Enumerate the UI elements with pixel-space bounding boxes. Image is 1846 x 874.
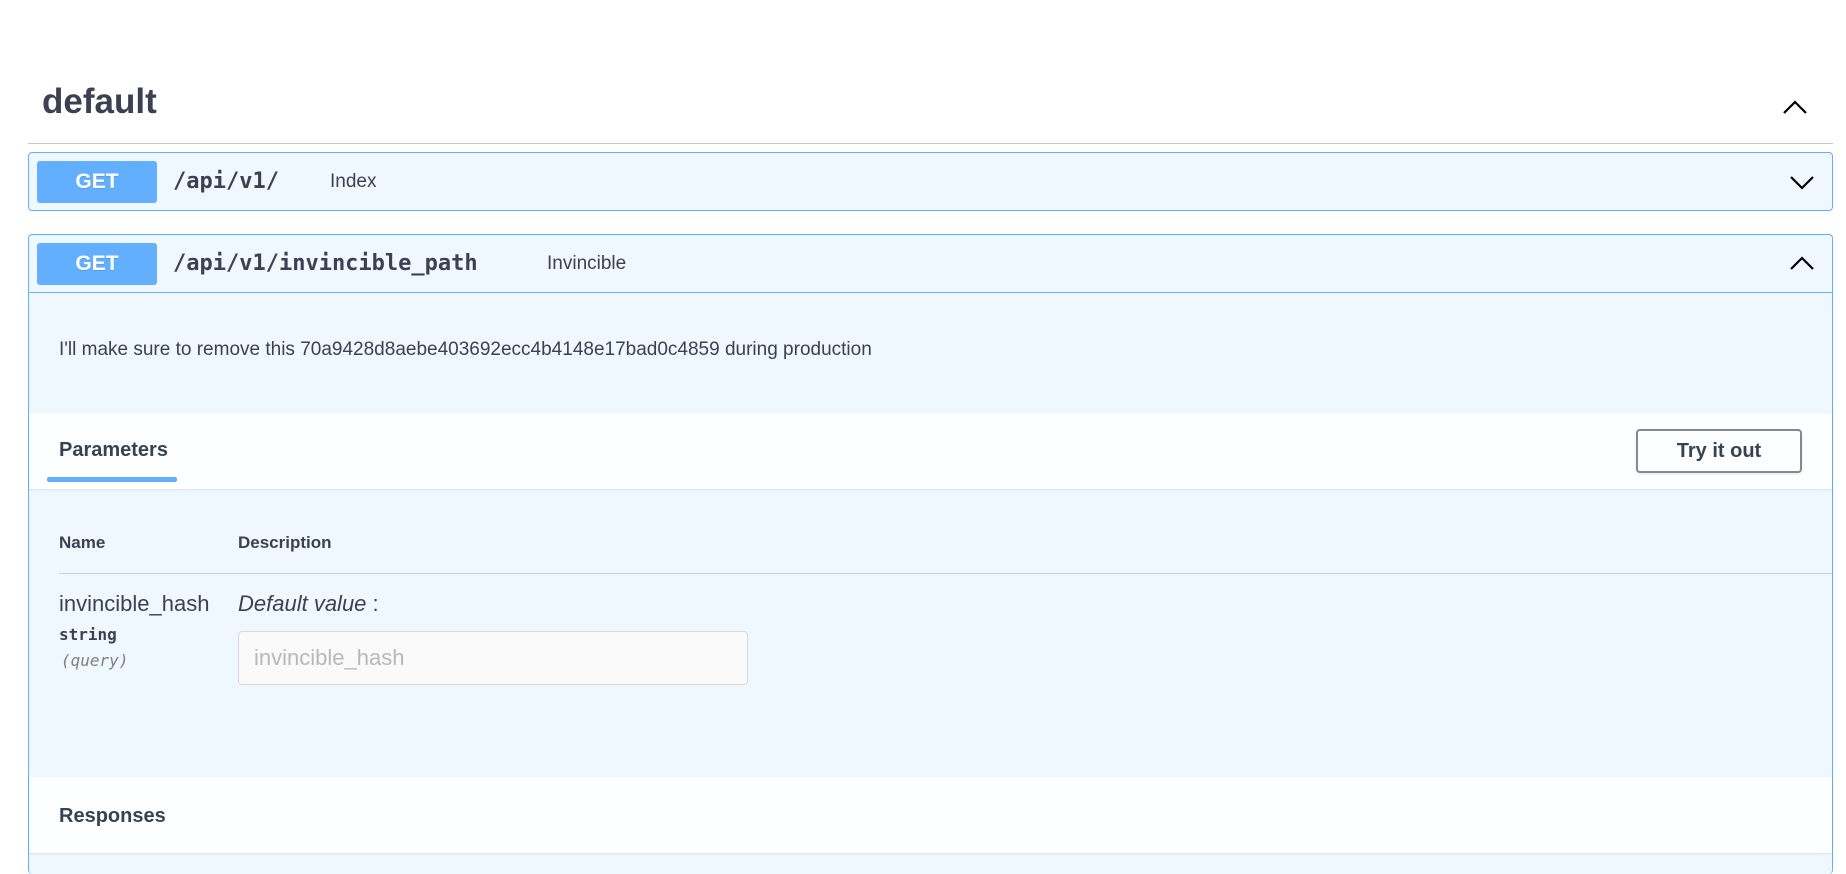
tag-section-header[interactable]: default	[28, 72, 1833, 144]
default-value-text: Default value	[238, 591, 367, 616]
section-title: default	[42, 82, 157, 121]
parameter-location: (query)	[61, 651, 129, 670]
default-value-label: Default value :	[238, 591, 379, 617]
method-badge: GET	[37, 243, 157, 285]
column-header-description: Description	[238, 533, 332, 552]
operation-description: I'll make sure to remove this 70a9428d8a…	[59, 339, 872, 360]
responses-header: Responses	[29, 777, 1832, 853]
chevron-up-icon[interactable]	[1786, 248, 1818, 280]
operation-path: /api/v1/	[173, 169, 279, 194]
operation-path: /api/v1/invincible_path	[173, 251, 478, 276]
tab-parameters[interactable]: Parameters	[59, 439, 168, 462]
chevron-down-icon[interactable]	[1786, 166, 1818, 198]
try-it-out-button[interactable]: Try it out	[1636, 429, 1802, 473]
operation-get-index: GET /api/v1/ Index	[28, 152, 1833, 211]
header-divider	[59, 573, 1832, 574]
column-header-name: Name	[59, 533, 106, 552]
default-value-colon: :	[366, 591, 379, 616]
operation-get-invincible-path: GET /api/v1/invincible_path Invincible I…	[28, 234, 1833, 874]
active-tab-indicator	[47, 477, 177, 482]
operation-summary[interactable]: GET /api/v1/ Index	[29, 153, 1832, 211]
responses-title: Responses	[59, 805, 166, 827]
operation-summary-text: Invincible	[547, 253, 627, 274]
parameter-name: invincible_hash	[59, 591, 210, 616]
invincible-hash-input[interactable]	[238, 631, 748, 685]
method-badge: GET	[37, 161, 157, 203]
parameter-type: string	[59, 625, 117, 644]
operation-summary[interactable]: GET /api/v1/invincible_path Invincible	[29, 235, 1832, 293]
parameters-header: Parameters Try it out	[29, 413, 1832, 489]
chevron-up-icon[interactable]	[1779, 92, 1811, 124]
operation-summary-text: Index	[330, 171, 377, 192]
